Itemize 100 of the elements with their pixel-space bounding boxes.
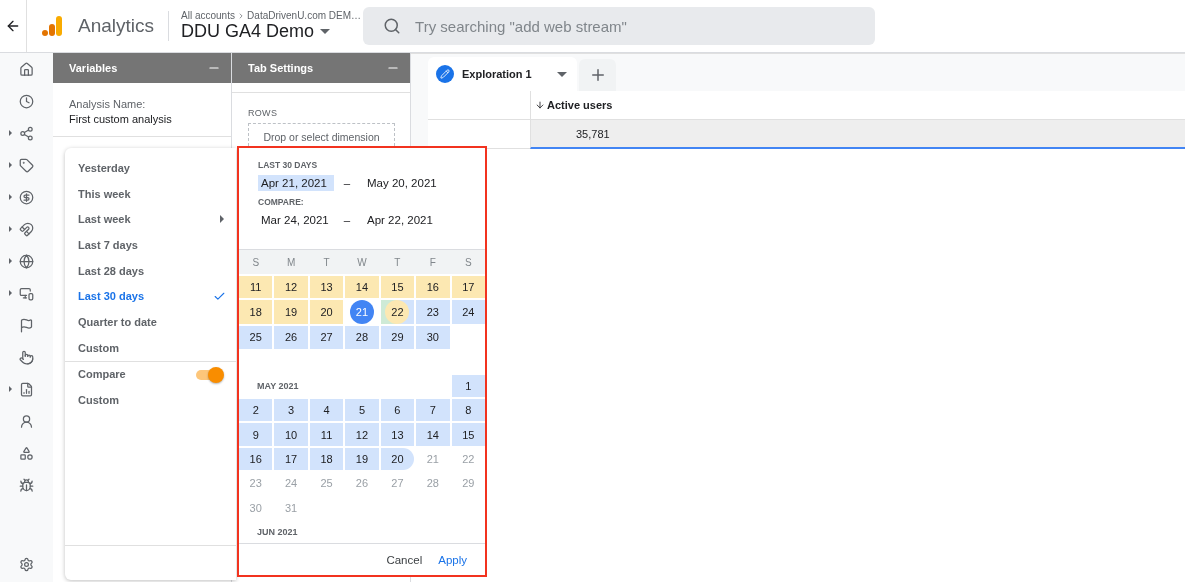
calendar-day[interactable]: 17 <box>451 276 485 299</box>
column-title: Active users <box>547 99 613 111</box>
cancel-button[interactable]: Cancel <box>380 549 429 570</box>
calendar-day[interactable]: 19 <box>345 447 379 471</box>
table-cell: 35,781 <box>530 120 1185 149</box>
weekday-label: W <box>356 256 368 268</box>
weekday-label: T <box>322 256 331 268</box>
devices-icon <box>19 285 34 301</box>
calendar-day[interactable]: 30 <box>416 326 450 349</box>
calendar-day[interactable]: 29 <box>380 326 415 349</box>
calendar-day[interactable]: 28 <box>345 326 379 349</box>
compare-switch[interactable] <box>196 367 224 382</box>
month-label: MAY 2021 <box>256 380 300 394</box>
calendar-day[interactable]: 15 <box>451 423 485 446</box>
tag-icon <box>19 157 34 173</box>
calendar-day[interactable]: 14 <box>416 423 450 446</box>
branch-icon <box>19 125 34 141</box>
calendar-day[interactable]: 18 <box>309 447 344 471</box>
calendar-day[interactable]: 2 <box>239 399 273 422</box>
bug-icon <box>19 477 34 493</box>
calendar-day[interactable]: 23 <box>416 300 450 325</box>
calendar-day[interactable]: 15 <box>380 276 415 299</box>
month-label: JUN 2021 <box>256 526 298 537</box>
menu-item[interactable]: Custom <box>65 334 236 361</box>
menu-item[interactable]: This week <box>65 180 236 207</box>
apply-button[interactable]: Apply <box>432 549 473 570</box>
pencil-icon <box>436 65 454 83</box>
calendar-day[interactable]: 13 <box>309 276 344 299</box>
weekday-label: S <box>463 256 473 268</box>
calendar-day[interactable]: 24 <box>451 300 485 325</box>
breadcrumb-link[interactable]: All accounts <box>181 10 235 21</box>
calendar-day[interactable]: 18 <box>239 300 273 325</box>
analysis-name[interactable]: First custom analysis <box>69 113 215 125</box>
compare-label: COMPARE: <box>258 197 305 207</box>
menu-item[interactable]: Last 30 days <box>65 283 236 310</box>
menu-item[interactable]: Yesterday <box>65 155 236 181</box>
person-icon <box>19 413 34 429</box>
calendar-day[interactable]: 20 <box>380 447 415 471</box>
calendar-day[interactable]: 3 <box>274 399 308 422</box>
weekday-label: T <box>393 256 402 268</box>
start-date-field[interactable]: Mar 24, 2021 <box>258 212 334 228</box>
end-date-field[interactable]: May 20, 2021 <box>364 175 440 191</box>
calendar-day[interactable]: 27 <box>309 326 344 349</box>
weekday-label: S <box>251 256 261 268</box>
product-name: Analytics <box>78 15 155 37</box>
weekday-label: F <box>428 256 437 268</box>
dash: – <box>342 177 352 189</box>
calendar-day[interactable]: 11 <box>239 276 273 299</box>
add-tab-button[interactable] <box>579 59 616 91</box>
panel-title: Variables <box>69 62 118 74</box>
calendar-day[interactable]: 17 <box>274 447 308 471</box>
calendar-day[interactable]: 12 <box>345 423 379 446</box>
calendar-day[interactable]: 13 <box>380 423 415 446</box>
calendar-day[interactable]: 19 <box>274 300 308 325</box>
dash: – <box>342 214 352 226</box>
magnet-icon <box>19 221 34 237</box>
sort-arrow-icon <box>535 100 545 110</box>
globe-icon <box>19 253 34 269</box>
calendar-day[interactable]: 7 <box>416 399 450 422</box>
calendar-day[interactable]: 4 <box>309 399 344 422</box>
dollar-icon <box>19 189 34 205</box>
calendar-day[interactable]: 16 <box>239 447 273 471</box>
shapes-icon <box>19 445 34 461</box>
clock-icon <box>19 93 34 109</box>
calendar-day[interactable]: 16 <box>416 276 450 299</box>
report-icon <box>19 381 34 397</box>
panel-title: Tab Settings <box>248 62 314 74</box>
breadcrumb-link[interactable]: DataDrivenU.com DEM… <box>247 10 362 21</box>
calendar-day[interactable]: 6 <box>380 399 415 422</box>
calendar-day[interactable]: 9 <box>239 423 273 446</box>
calendar-day[interactable]: 25 <box>239 326 273 349</box>
search-field[interactable]: Try searching "add web stream" <box>363 7 876 45</box>
menu-item[interactable]: Last 7 days <box>65 232 236 258</box>
search-icon <box>383 17 402 35</box>
range-label: LAST 30 DAYS <box>258 160 319 170</box>
end-date-field[interactable]: Apr 22, 2021 <box>364 212 440 228</box>
pointer-icon <box>19 349 34 365</box>
calendar-day[interactable]: 11 <box>309 423 344 446</box>
calendar-day[interactable]: 22 <box>380 300 415 325</box>
calendar-day[interactable]: 20 <box>309 300 344 325</box>
calendar-day[interactable]: 26 <box>274 326 308 349</box>
calendar-day[interactable]: 12 <box>274 276 308 299</box>
menu-item[interactable]: Custom <box>65 387 236 413</box>
home-icon <box>19 61 34 77</box>
flag-icon <box>19 317 34 333</box>
section-label: ROWS <box>248 108 279 118</box>
menu-item[interactable]: Quarter to date <box>65 309 236 335</box>
menu-item[interactable]: Last week <box>65 206 236 233</box>
calendar-day[interactable]: 14 <box>345 276 379 299</box>
calendar-day[interactable]: 8 <box>451 399 485 422</box>
calendar-day[interactable]: 1 <box>451 374 485 398</box>
exploration-tab[interactable]: Exploration 1 <box>428 57 577 91</box>
property-selector[interactable]: DDU GA4 Demo <box>181 21 362 42</box>
calendar-day[interactable]: 5 <box>345 399 379 422</box>
weekday-label: M <box>285 256 297 268</box>
calendar-day[interactable]: 10 <box>274 423 308 446</box>
logo-icon <box>40 14 64 38</box>
menu-item[interactable]: Compare <box>65 361 236 388</box>
menu-item[interactable]: Last 28 days <box>65 257 236 284</box>
start-date-field[interactable]: Apr 21, 2021 <box>258 175 334 191</box>
